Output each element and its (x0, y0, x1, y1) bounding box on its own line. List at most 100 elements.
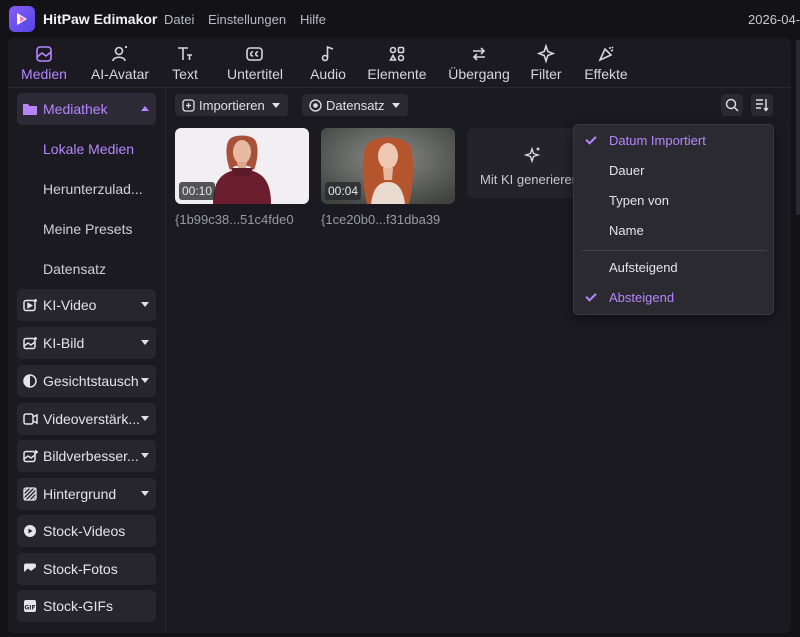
effects-icon (596, 42, 616, 66)
tab-untertitel[interactable]: Untertitel (218, 42, 292, 86)
sidebar-item-stock-fotos[interactable]: Stock-Fotos (17, 553, 156, 585)
tab-audio-label: Audio (310, 66, 346, 82)
plus-icon (182, 98, 195, 112)
stock-video-icon (22, 523, 38, 539)
face-swap-icon (22, 373, 38, 389)
sidebar-item-label: Stock-Videos (43, 523, 126, 539)
sidebar-item-stock-videos[interactable]: Stock-Videos (17, 515, 156, 547)
sort-dropdown-menu: Datum Importiert Dauer Typen von Name Au… (573, 124, 774, 315)
menu-hilfe[interactable]: Hilfe (300, 12, 326, 27)
search-button[interactable] (721, 94, 743, 116)
chevron-down-icon (391, 102, 400, 108)
tab-uebergang-label: Übergang (448, 66, 510, 82)
sort-option-name[interactable]: Name (574, 217, 773, 245)
tab-uebergang[interactable]: Übergang (443, 42, 515, 86)
tab-effekte-label: Effekte (584, 66, 628, 82)
sidebar-item-herunterzuladen[interactable]: Herunterzulad... (43, 181, 143, 197)
sort-option-datum-importiert[interactable]: Datum Importiert (574, 127, 773, 155)
sort-button[interactable] (751, 94, 773, 116)
tab-effekte[interactable]: Effekte (578, 42, 634, 86)
tab-medien[interactable]: Medien (19, 42, 69, 86)
tab-elemente[interactable]: Elemente (364, 42, 430, 86)
media-filename: {1b99c38...51c4fde0 (175, 212, 294, 227)
sidebar-item-lokale-medien[interactable]: Lokale Medien (43, 141, 134, 157)
sort-option-typen-von[interactable]: Typen von (574, 187, 773, 215)
sort-option-label: Aufsteigend (609, 260, 678, 275)
app-logo-icon (9, 6, 35, 32)
menu-datei[interactable]: Datei (164, 12, 194, 27)
chevron-down-icon (141, 302, 149, 307)
checkmark-icon (585, 290, 597, 302)
right-panel-edge (796, 40, 800, 215)
avatar-icon (110, 42, 130, 66)
sort-option-dauer[interactable]: Dauer (574, 157, 773, 185)
app-title: HitPaw Edimakor (43, 11, 158, 27)
sort-option-absteigend[interactable]: Absteigend (574, 284, 773, 312)
date-display: 2026-04- (748, 12, 800, 27)
image-enhance-icon (22, 448, 38, 464)
ai-generate-card[interactable]: Mit KI generieren (467, 128, 587, 198)
ai-video-icon (22, 297, 38, 313)
chevron-down-icon (141, 340, 149, 345)
sidebar-item-gesichtstausch[interactable]: Gesichtstausch (17, 365, 156, 397)
chevron-down-icon (271, 102, 280, 108)
chevron-down-icon (141, 416, 149, 421)
sort-option-label: Dauer (609, 163, 645, 178)
media-thumbnail[interactable]: 00:10 (175, 128, 309, 204)
media-icon (34, 42, 54, 66)
background-icon (22, 486, 38, 502)
checkmark-icon (585, 133, 597, 145)
sidebar-item-label: Stock-Fotos (43, 561, 118, 577)
sort-option-label: Absteigend (609, 290, 675, 305)
sidebar-item-label: Mediathek (43, 101, 108, 117)
sidebar-item-videoverstaerker[interactable]: Videoverstärk... (17, 403, 156, 435)
svg-text:GIF: GIF (24, 605, 35, 612)
sidebar-item-label: Bildverbesser... (43, 448, 139, 464)
transition-icon (469, 42, 489, 66)
sidebar-item-bildverbesserer[interactable]: Bildverbesser... (17, 440, 156, 472)
sort-icon (755, 98, 769, 112)
text-icon (175, 42, 195, 66)
sort-option-label: Typen von (609, 193, 669, 208)
import-button[interactable]: Importieren (175, 94, 288, 116)
menu-divider (582, 250, 767, 251)
chevron-down-icon (141, 453, 149, 458)
tab-filter-label: Filter (530, 66, 562, 82)
media-thumbnail[interactable]: 00:04 (321, 128, 455, 204)
menu-einstellungen[interactable]: Einstellungen (208, 12, 286, 27)
import-label: Importieren (199, 97, 265, 113)
elements-icon (387, 42, 407, 66)
sidebar-item-ki-bild[interactable]: KI-Bild (17, 327, 156, 359)
duration-label: 00:10 (179, 182, 216, 200)
sidebar-item-mediathek[interactable]: Mediathek (17, 93, 156, 125)
subtitle-icon (245, 42, 265, 66)
sidebar-item-datensatz[interactable]: Datensatz (43, 261, 106, 277)
chevron-up-icon (141, 106, 149, 111)
ai-sparkle-icon (524, 146, 542, 164)
sidebar-item-hintergrund[interactable]: Hintergrund (17, 478, 156, 510)
tab-medien-label: Medien (21, 66, 67, 82)
dataset-button[interactable]: Datensatz (302, 94, 408, 116)
stock-photo-icon (22, 561, 38, 577)
tab-text[interactable]: Text (170, 42, 200, 86)
sort-option-label: Name (609, 223, 644, 238)
sidebar-item-ki-video[interactable]: KI-Video (17, 289, 156, 321)
sort-option-aufsteigend[interactable]: Aufsteigend (574, 254, 773, 282)
sidebar-item-label: KI-Bild (43, 335, 85, 351)
ai-generate-label: Mit KI generieren (480, 172, 579, 187)
filter-icon (536, 42, 556, 66)
tab-filter[interactable]: Filter (526, 42, 566, 86)
sidebar-divider (165, 88, 166, 633)
dataset-icon (309, 98, 322, 112)
sidebar-item-stock-gifs[interactable]: GIF Stock-GIFs (17, 590, 156, 622)
duration-label: 00:04 (325, 182, 362, 200)
sidebar-item-meine-presets[interactable]: Meine Presets (43, 221, 132, 237)
sidebar-item-label: Gesichtstausch (43, 373, 139, 389)
tab-audio[interactable]: Audio (305, 42, 351, 86)
sidebar-item-label: Videoverstärk... (43, 411, 141, 427)
tab-elemente-label: Elemente (367, 66, 427, 82)
sidebar-item-label: Stock-GIFs (43, 598, 114, 614)
tab-ai-avatar[interactable]: AI-Avatar (87, 42, 153, 86)
title-bar: HitPaw Edimakor Datei Einstellungen Hilf… (0, 0, 800, 38)
audio-icon (318, 42, 338, 66)
